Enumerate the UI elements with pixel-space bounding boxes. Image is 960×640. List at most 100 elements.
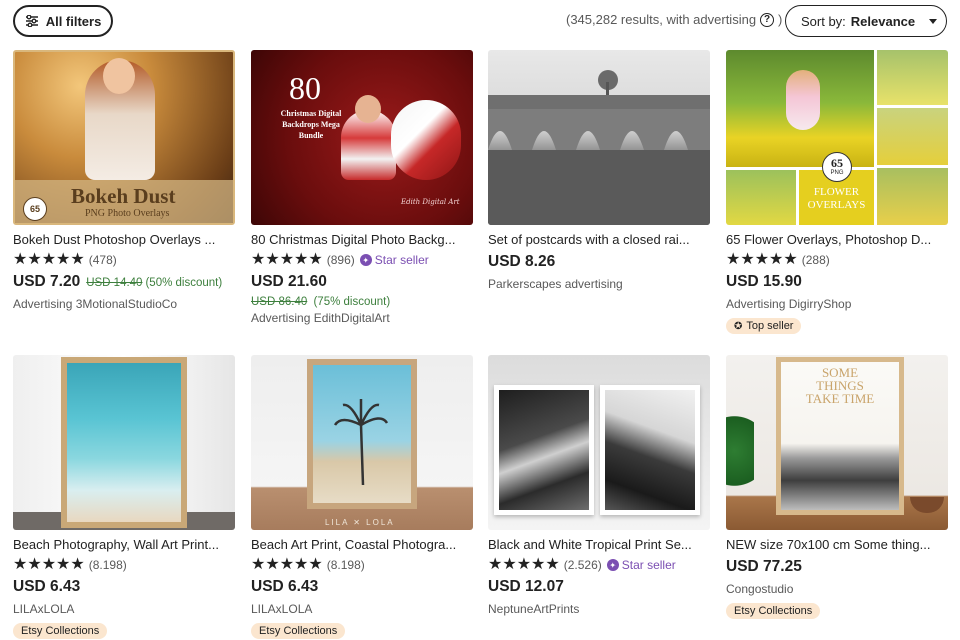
listing-image[interactable]: SOME THINGS TAKE TIME: [726, 355, 948, 530]
listing-image[interactable]: 80 Christmas Digital Backdrops Mega Bund…: [251, 50, 473, 225]
listing-title[interactable]: Black and White Tropical Print Se...: [488, 537, 710, 553]
badge-label: Top seller: [746, 320, 794, 332]
listing-title[interactable]: NEW size 70x100 cm Some thing...: [726, 537, 948, 553]
overlay-text-line-2: OVERLAYS: [807, 199, 866, 211]
help-icon[interactable]: ?: [760, 12, 775, 27]
poster-text: SOME THINGS TAKE TIME: [805, 365, 875, 406]
star-seller-label: Star seller: [374, 253, 429, 267]
original-price: USD 14.40: [86, 277, 143, 289]
etsy-collections-badge: Etsy Collections: [13, 623, 108, 639]
listing-card[interactable]: SOME THINGS TAKE TIME NEW size 70x100 cm…: [726, 355, 948, 619]
award-icon: ✪: [734, 320, 743, 332]
overlay-signature: Edith Digital Art: [401, 198, 460, 206]
price: USD 15.90: [726, 273, 802, 290]
listing-image[interactable]: [488, 50, 710, 225]
rating: ★★★★★ (8.198): [13, 556, 235, 574]
all-filters-button[interactable]: All filters: [13, 5, 113, 37]
listing-image[interactable]: [13, 355, 235, 530]
overlay-text: FLOWER OVERLAYS: [799, 186, 874, 212]
listing-title[interactable]: Bokeh Dust Photoshop Overlays ...: [13, 232, 235, 248]
badge-label: Etsy Collections: [259, 625, 338, 637]
listing-card[interactable]: Set of postcards with a closed rai... US…: [488, 50, 710, 291]
watermark: LILA ✕ LOLA: [325, 518, 395, 527]
sort-value: Relevance: [850, 13, 916, 29]
discount-line: USD 86.40 (75% discount): [251, 296, 473, 308]
discount: (50% discount): [145, 277, 223, 289]
overlay-number: 65: [831, 156, 843, 170]
shop-name[interactable]: Advertising EdithDigitalArt: [251, 311, 473, 325]
price-row: USD 12.07: [488, 578, 710, 598]
price: USD 6.43: [251, 578, 319, 595]
overlay-title: Bokeh Dust: [71, 184, 176, 208]
star-seller-badge: ✦ Star seller: [606, 558, 676, 572]
shop-name[interactable]: LILAxLOLA: [13, 602, 235, 616]
stars-icon: ★★★★★: [726, 251, 798, 268]
price-row: USD 77.25: [726, 558, 948, 578]
price-row: USD 6.43: [13, 578, 235, 598]
shop-name[interactable]: NeptuneArtPrints: [488, 602, 710, 616]
caret-down-icon: [929, 18, 938, 24]
listing-card[interactable]: Black and White Tropical Print Se... ★★★…: [488, 355, 710, 616]
review-count: (288): [801, 253, 830, 267]
review-count: (8.198): [88, 558, 127, 572]
badge-label: Etsy Collections: [21, 625, 100, 637]
listing-card[interactable]: Bokeh Dust PNG Photo Overlays 65 Bokeh D…: [13, 50, 235, 311]
shop-name[interactable]: Advertising DigirryShop: [726, 297, 948, 311]
sort-dropdown[interactable]: Sort by: Relevance: [785, 5, 947, 37]
listing-title[interactable]: 65 Flower Overlays, Photoshop D...: [726, 232, 948, 248]
review-count: (478): [88, 253, 117, 267]
listing-title[interactable]: Set of postcards with a closed rai...: [488, 232, 710, 248]
price: USD 7.20: [13, 273, 81, 290]
stars-icon: ★★★★★: [251, 556, 323, 573]
shop-name[interactable]: Advertising 3MotionalStudioCo: [13, 297, 235, 311]
rating: ★★★★★ (2.526) ✦ Star seller: [488, 556, 710, 574]
price-row: USD 7.20 USD 14.40 (50% discount): [13, 273, 235, 293]
price: USD 21.60: [251, 273, 327, 290]
star-seller-icon: ✦: [359, 254, 372, 266]
listing-image[interactable]: Bokeh Dust PNG Photo Overlays 65: [13, 50, 235, 225]
overlay-count-badge: 65 PNG: [822, 152, 852, 182]
rating: ★★★★★ (288): [726, 251, 948, 269]
top-seller-badge: ✪ Top seller: [726, 318, 802, 334]
overlay-count-badge: 65: [23, 197, 47, 221]
review-count: (896): [326, 253, 355, 267]
shop-name[interactable]: LILAxLOLA: [251, 602, 473, 616]
listing-title[interactable]: Beach Photography, Wall Art Print...: [13, 537, 235, 553]
overlay-sub: PNG: [830, 170, 844, 176]
price: USD 6.43: [13, 578, 81, 595]
results-close-paren: ): [778, 12, 783, 27]
viaduct-illustration: [488, 70, 710, 225]
rating: ★★★★★ (8.198): [251, 556, 473, 574]
star-seller-icon: ✦: [606, 559, 619, 571]
listing-card[interactable]: Beach Photography, Wall Art Print... ★★★…: [13, 355, 235, 639]
overlay-number: 80: [289, 70, 321, 106]
etsy-collections-badge: Etsy Collections: [251, 623, 346, 639]
sort-prefix: Sort by:: [801, 13, 846, 29]
original-price: USD 86.40: [251, 296, 308, 308]
shop-name[interactable]: Congostudio: [726, 582, 948, 596]
listing-card[interactable]: 65 PNG FLOWER OVERLAYS 65 Flower Overlay…: [726, 50, 948, 334]
price-row: USD 6.43: [251, 578, 473, 598]
listing-card[interactable]: 80 Christmas Digital Backdrops Mega Bund…: [251, 50, 473, 325]
overlay-text-line-1: FLOWER: [813, 186, 860, 198]
listing-image[interactable]: LILA ✕ LOLA: [251, 355, 473, 530]
shop-name[interactable]: Parkerscapes advertising: [488, 277, 710, 291]
stars-icon: ★★★★★: [488, 556, 560, 573]
price: USD 77.25: [726, 558, 802, 575]
review-count: (2.526): [563, 558, 602, 572]
results-count: (345,282 results, with advertising ? ): [566, 12, 782, 27]
listing-image[interactable]: [488, 355, 710, 530]
rating: ★★★★★ (896) ✦ Star seller: [251, 251, 473, 269]
price-row: USD 15.90: [726, 273, 948, 293]
listing-title[interactable]: 80 Christmas Digital Photo Backg...: [251, 232, 473, 248]
price: USD 12.07: [488, 578, 564, 595]
filter-sliders-icon: [25, 15, 38, 27]
stars-icon: ★★★★★: [251, 251, 323, 268]
listing-card[interactable]: LILA ✕ LOLA Beach Art Print, Coastal Pho…: [251, 355, 473, 639]
listing-image[interactable]: 65 PNG FLOWER OVERLAYS: [726, 50, 948, 225]
listing-title[interactable]: Beach Art Print, Coastal Photogra...: [251, 537, 473, 553]
results-text: (345,282 results, with advertising: [566, 12, 757, 27]
all-filters-label: All filters: [45, 13, 102, 29]
review-count: (8.198): [326, 558, 365, 572]
rating: ★★★★★ (478): [13, 251, 235, 269]
